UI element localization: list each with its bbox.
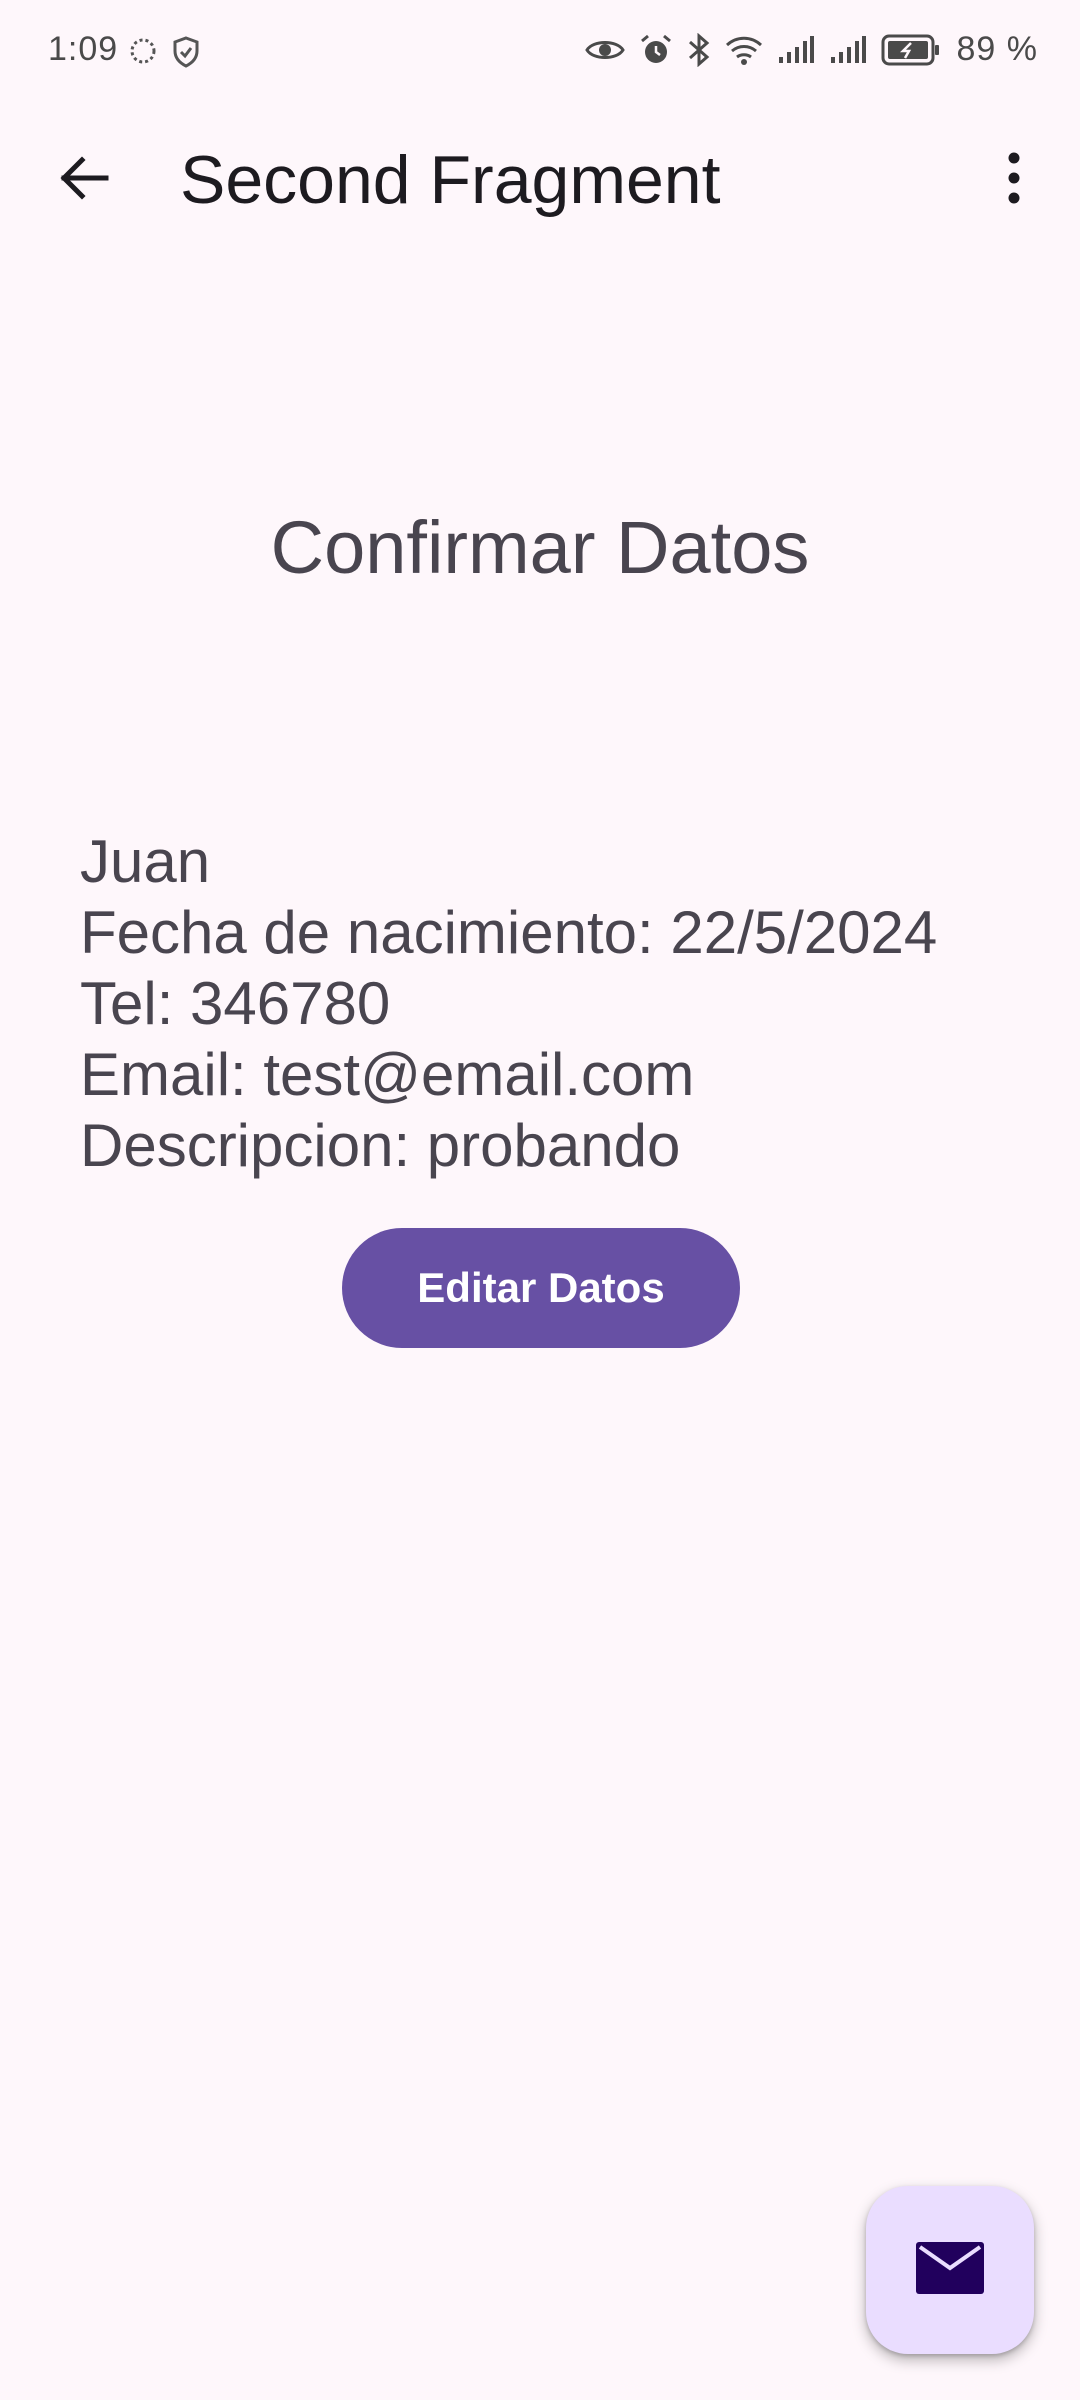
bluetooth-icon xyxy=(687,32,711,67)
status-right-icons: 89 % xyxy=(584,30,1039,69)
battery-icon xyxy=(881,33,941,67)
top-app-bar: Second Fragment xyxy=(0,104,1080,256)
detail-phone: Tel: 346780 xyxy=(80,970,391,1037)
alarm-icon xyxy=(639,33,673,67)
status-bar: 1:09 89 % xyxy=(0,0,1080,104)
wifi-icon xyxy=(725,34,763,66)
detail-birthdate: Fecha de nacimiento: 22/5/2024 xyxy=(80,899,938,966)
overflow-menu-button[interactable] xyxy=(972,138,1056,222)
back-button[interactable] xyxy=(42,138,126,222)
eye-icon xyxy=(584,36,625,64)
status-time: 1:09 xyxy=(48,30,119,68)
detail-name: Juan xyxy=(80,828,211,895)
mail-icon xyxy=(914,2240,986,2301)
signal-icon xyxy=(829,35,867,65)
app-bar-title: Second Fragment xyxy=(180,142,721,218)
more-vert-icon xyxy=(1004,150,1024,211)
mail-fab[interactable] xyxy=(866,2186,1034,2354)
signal-icon xyxy=(777,35,815,65)
detail-description: Descripcion: probando xyxy=(80,1112,681,1179)
page-heading: Confirmar Datos xyxy=(270,506,810,589)
status-left-icons xyxy=(128,36,200,73)
edit-data-button[interactable]: Editar Datos xyxy=(342,1228,740,1348)
shield-icon xyxy=(172,36,200,73)
arrow-back-icon xyxy=(56,150,112,211)
detail-email: Email: test@email.com xyxy=(80,1041,695,1108)
battery-percentage: 89 % xyxy=(956,30,1038,68)
details-text: Juan Fecha de nacimiento: 22/5/2024 Tel:… xyxy=(80,826,1040,1181)
loading-circle-icon xyxy=(128,36,158,73)
